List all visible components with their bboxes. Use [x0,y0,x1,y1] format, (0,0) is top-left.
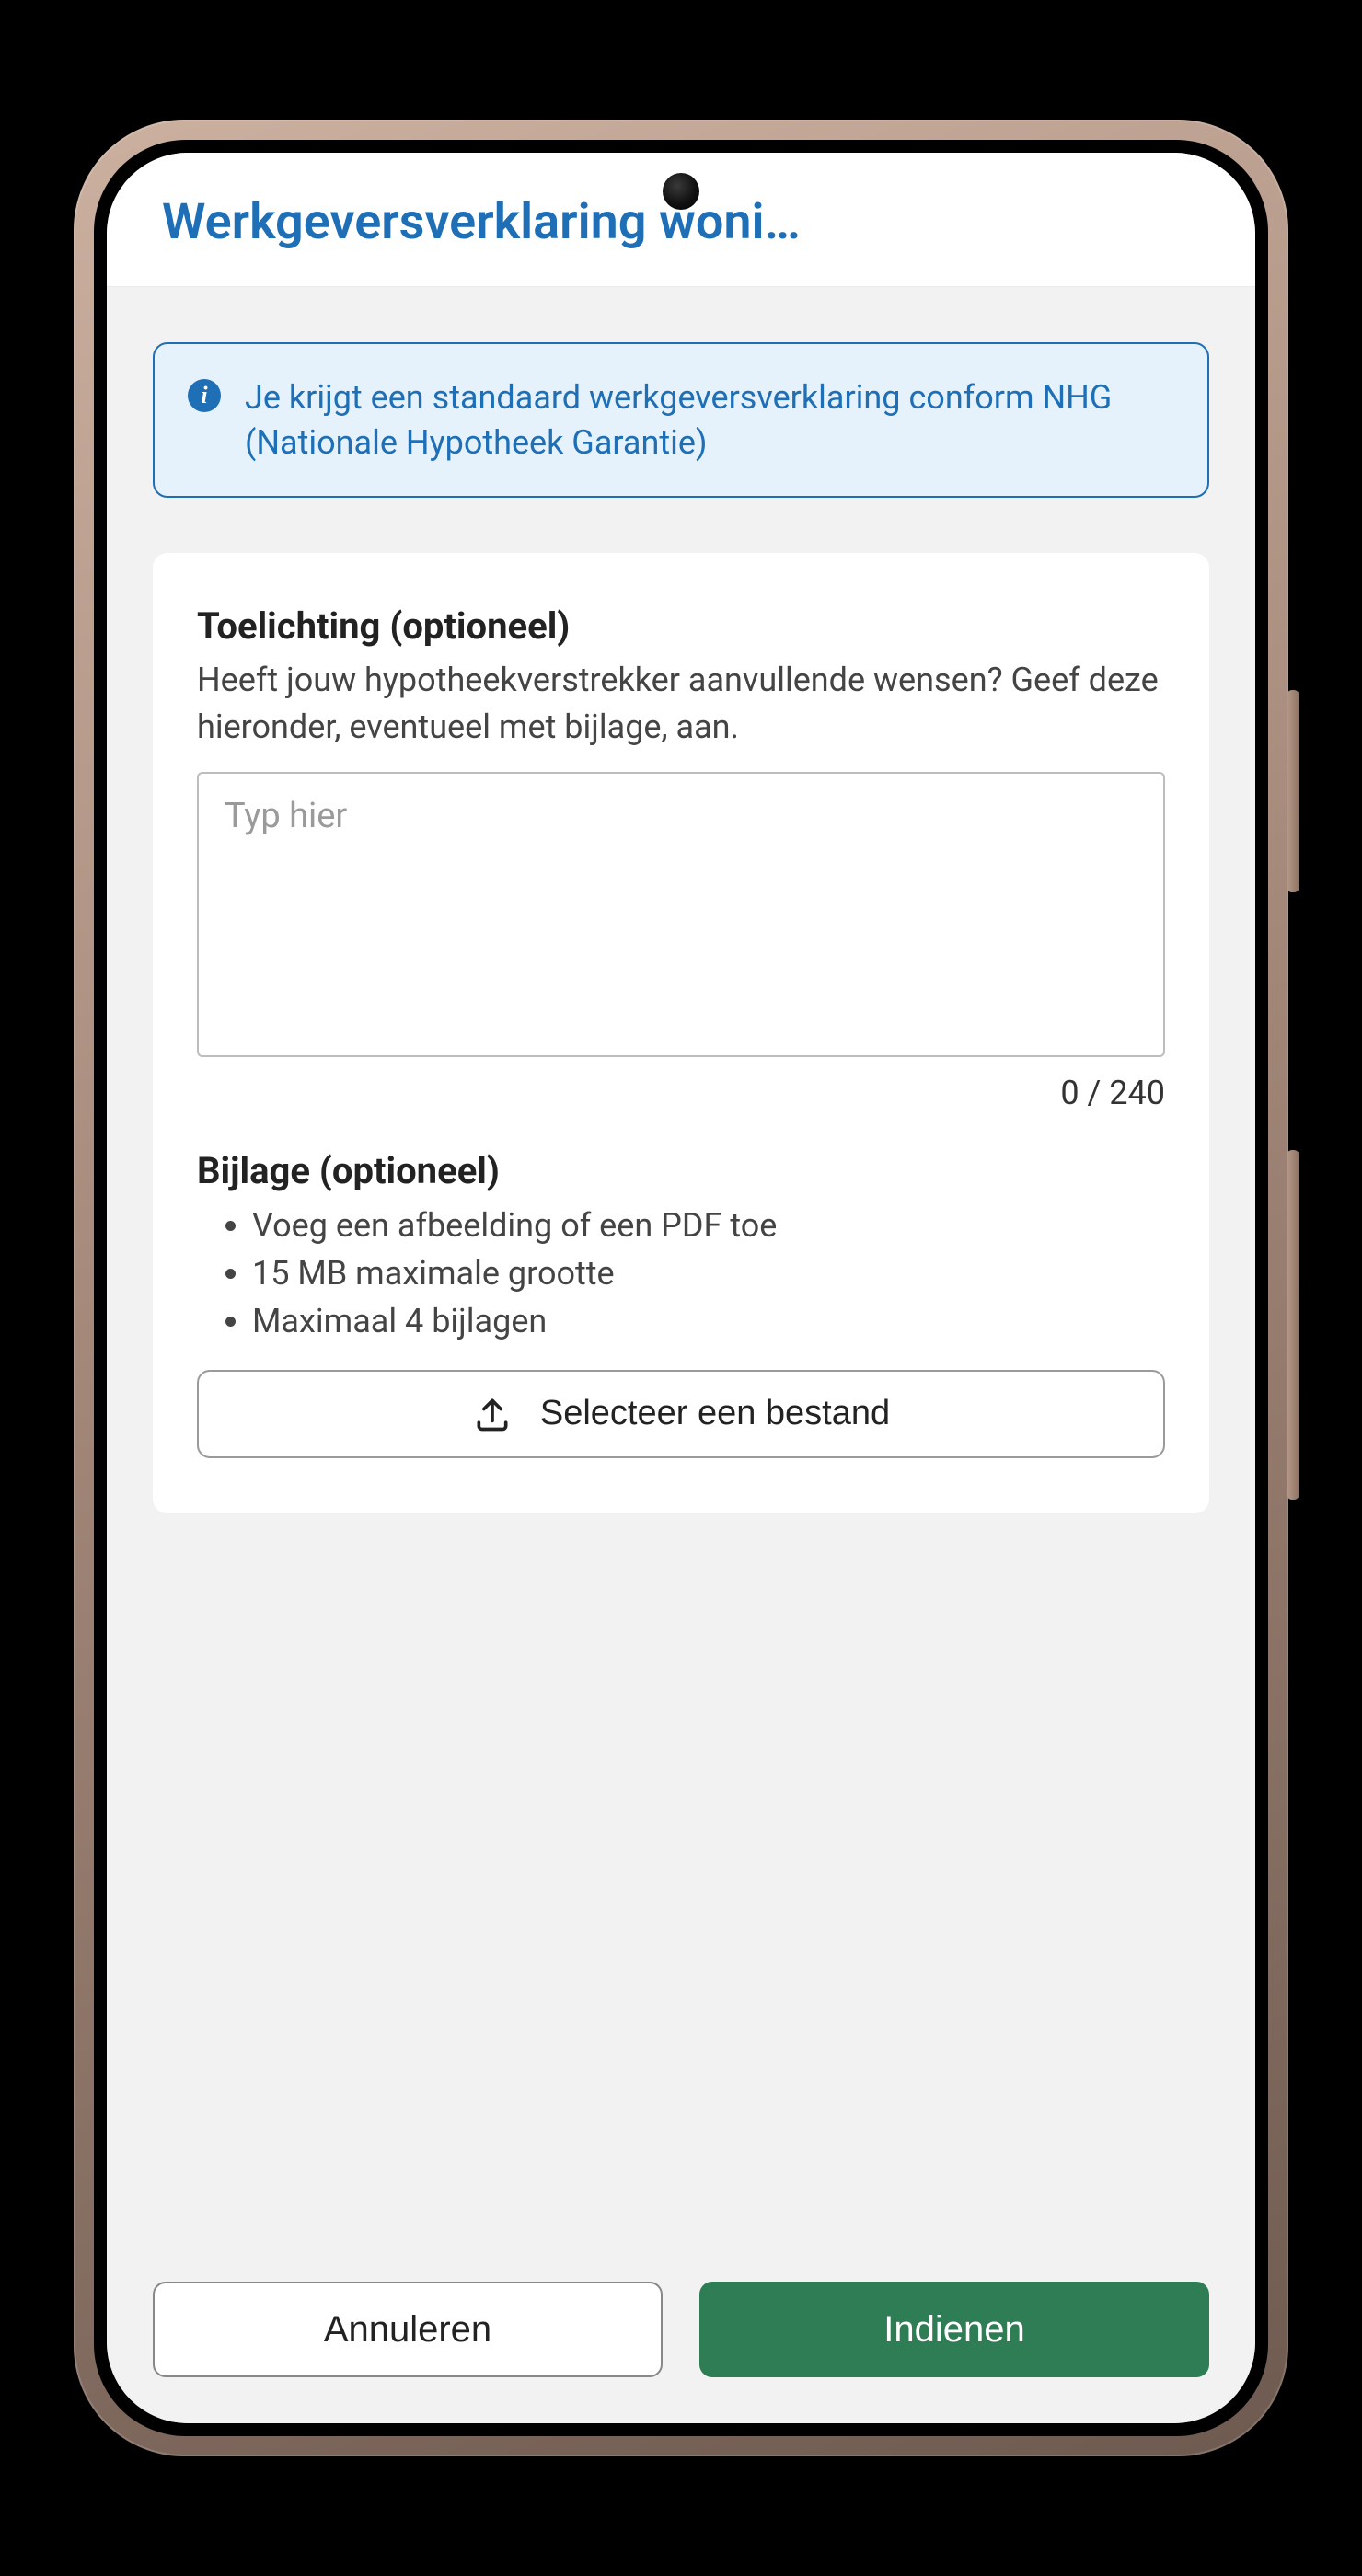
phone-bezel: Werkgeversverklaring woni… i Je krijgt e… [94,140,1268,2436]
info-banner: i Je krijgt een standaard werkgeversverk… [153,342,1209,498]
footer-actions: Annuleren Indienen [107,2254,1255,2423]
explanation-title: Toelichting (optioneel) [197,604,1165,648]
cancel-label: Annuleren [324,2309,491,2351]
attachment-rule: 15 MB maximale grootte [252,1249,1165,1297]
app-screen: Werkgeversverklaring woni… i Je krijgt e… [107,153,1255,2423]
side-button-2 [1287,1150,1299,1500]
attachment-rule: Voeg een afbeelding of een PDF toe [252,1202,1165,1249]
front-camera [663,173,699,210]
explanation-description: Heeft jouw hypotheekverstrekker aanvulle… [197,657,1165,750]
upload-icon [472,1394,513,1434]
cancel-button[interactable]: Annuleren [153,2282,663,2377]
info-text: Je krijgt een standaard werkgeversverkla… [245,375,1174,465]
form-card: Toelichting (optioneel) Heeft jouw hypot… [153,553,1209,1512]
info-icon: i [188,379,221,412]
select-file-button[interactable]: Selecteer een bestand [197,1370,1165,1458]
attachment-rules: Voeg een afbeelding of een PDF toe 15 MB… [197,1202,1165,1346]
side-button-1 [1287,690,1299,892]
phone-frame: Werkgeversverklaring woni… i Je krijgt e… [74,120,1288,2456]
attachment-rule: Maximaal 4 bijlagen [252,1297,1165,1345]
char-counter: 0 / 240 [197,1074,1165,1112]
submit-button[interactable]: Indienen [699,2282,1209,2377]
explanation-input[interactable] [197,772,1165,1057]
content-area: i Je krijgt een standaard werkgeversverk… [107,287,1255,2254]
attachment-title: Bijlage (optioneel) [197,1149,1165,1192]
select-file-label: Selecteer een bestand [540,1394,890,1433]
submit-label: Indienen [883,2309,1024,2351]
